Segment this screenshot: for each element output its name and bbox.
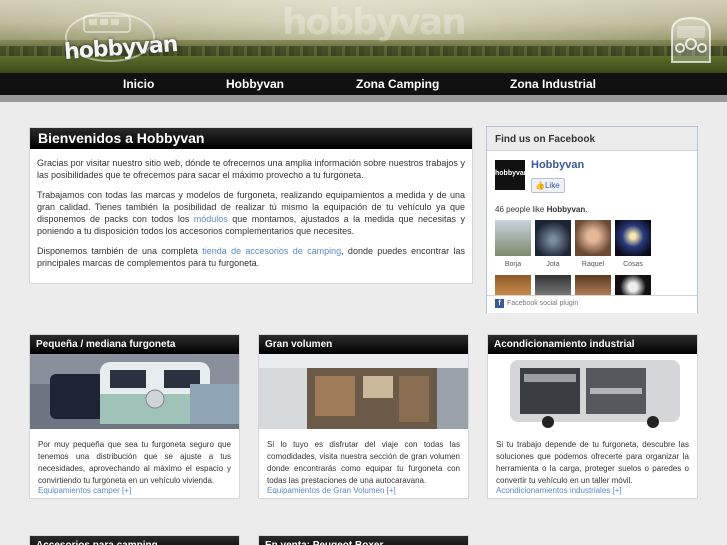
facebook-likes-count: 46 people like Hobbyvan. [495, 205, 588, 214]
welcome-paragraph-3: Disponemos también de una completa tiend… [37, 246, 465, 268]
camping-shop-link[interactable]: tienda de accesorios de camping [202, 246, 341, 256]
facebook-page-name[interactable]: Hobbyvan [531, 159, 584, 171]
fan-photo[interactable] [495, 275, 531, 295]
facebook-icon: f [495, 299, 504, 308]
nav-item-hobbyvan[interactable]: Hobbyvan [226, 77, 284, 91]
facebook-plugin-footer: f Facebook social plugin [487, 295, 697, 313]
nav-item-zona-industrial[interactable]: Zona Industrial [510, 77, 596, 91]
header-watermark: hobbyvan [282, 2, 467, 43]
fan-name[interactable]: Raquel [575, 261, 611, 268]
card-title[interactable]: En venta: Peugeot Boxer [259, 536, 468, 545]
thumbs-up-icon: 👍 [535, 181, 545, 190]
nav-item-inicio[interactable]: Inicio [123, 77, 154, 91]
fan-photo[interactable] [615, 275, 651, 295]
card-title[interactable]: Accesorios para camping [30, 536, 239, 545]
welcome-paragraph-1: Gracias por visitar nuestro sitio web, d… [37, 158, 465, 180]
fan-name[interactable]: Jota [535, 261, 571, 268]
welcome-panel: Bienvenidos a Hobbyvan Gracias por visit… [29, 127, 473, 284]
facebook-widget: Find us on Facebook hobbyvan Hobbyvan 👍L… [486, 126, 698, 313]
card-link[interactable]: Equipamientos camper [+] [38, 486, 131, 495]
facebook-plugin-label[interactable]: Facebook social plugin [507, 300, 578, 307]
card-title[interactable]: Gran volumen [259, 335, 468, 354]
van-front-icon [671, 16, 711, 63]
card-link[interactable]: Equipamientos de Gran Volumen [+] [267, 486, 396, 495]
fan-photo-cosas[interactable] [615, 220, 651, 256]
modulos-link[interactable]: módulos [194, 214, 228, 224]
fan-name[interactable]: Cosas [615, 261, 651, 268]
card-for-sale: En venta: Peugeot Boxer [258, 535, 469, 545]
card-title[interactable]: Pequeña / mediana furgoneta [30, 335, 239, 354]
card-description: Por muy pequeña que sea tu furgoneta seg… [38, 440, 231, 485]
card-title[interactable]: Acondicionamiento industrial [488, 335, 697, 354]
facebook-header: Find us on Facebook [487, 127, 697, 151]
card-image-industrial[interactable] [488, 354, 697, 429]
fan-photo[interactable] [575, 275, 611, 295]
card-description: Si lo tuyo es disfrutar del viaje con to… [267, 440, 460, 485]
nav-shadow [0, 95, 727, 102]
card-image-small-van[interactable] [30, 354, 239, 429]
welcome-paragraph-2: Trabajamos con todas las marcas y modelo… [37, 190, 465, 236]
facebook-like-button[interactable]: 👍Like [531, 178, 565, 193]
card-industrial: Acondicionamiento industrial Si tu traba… [487, 334, 698, 499]
fan-photo-jota[interactable] [535, 220, 571, 256]
welcome-title: Bienvenidos a Hobbyvan [30, 128, 472, 149]
fan-photo-raquel[interactable] [575, 220, 611, 256]
nav-item-zona-camping[interactable]: Zona Camping [356, 77, 439, 91]
card-camping-accessories: Accesorios para camping [29, 535, 240, 545]
card-link[interactable]: Acondicionamientos industriales [+] [496, 486, 622, 495]
facebook-page-avatar[interactable]: hobbyvan [495, 160, 528, 190]
fan-photo[interactable] [535, 275, 571, 295]
card-large-volume: Gran volumen Si lo tuyo es disfrutar del… [258, 334, 469, 499]
fan-photo-borja[interactable] [495, 220, 531, 256]
site-header: hobbyvan hobbyvan [0, 0, 727, 73]
card-image-large-volume[interactable] [259, 354, 468, 429]
card-small-van: Pequeña / mediana furgoneta Por muy pequ… [29, 334, 240, 499]
main-nav: Inicio Hobbyvan Zona Camping Zona Indust… [0, 73, 727, 95]
fan-name[interactable]: Borja [495, 261, 531, 268]
card-description: Si tu trabajo depende de tu furgoneta, d… [496, 440, 689, 485]
